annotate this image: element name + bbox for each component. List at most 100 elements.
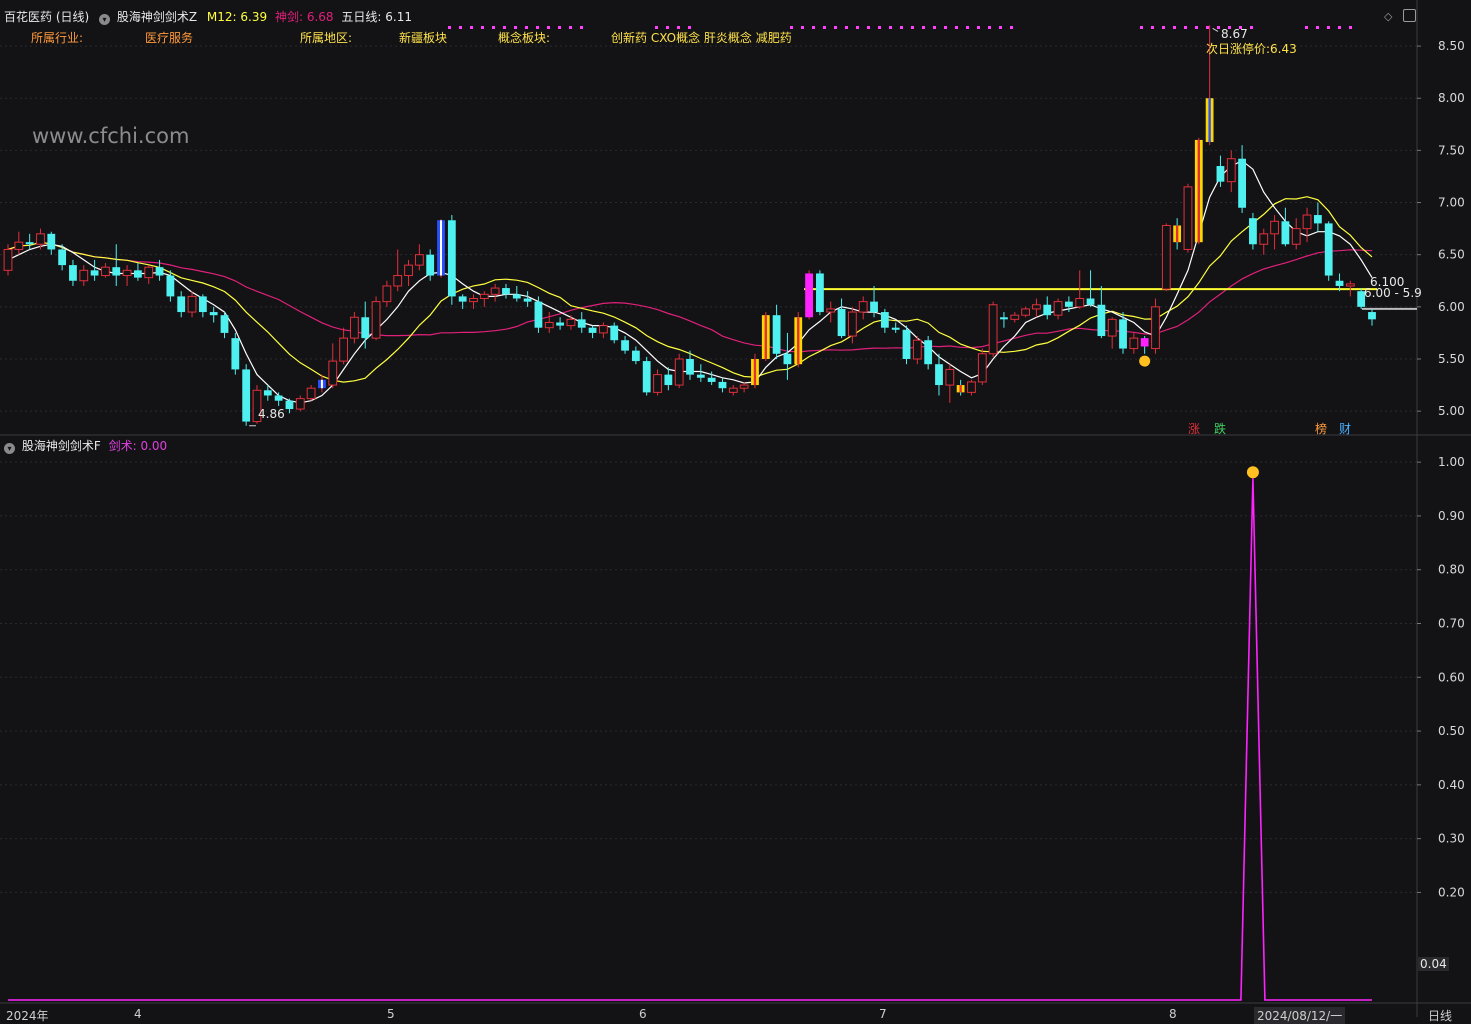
x-label-apr: 4 (134, 1007, 142, 1021)
money-bag-icon (1246, 466, 1259, 479)
top-marker-dot (889, 26, 892, 29)
candle-down (783, 353, 792, 365)
candle-down (718, 381, 727, 389)
top-marker-dot (977, 26, 980, 29)
candle-up (1183, 186, 1193, 250)
candle-down (1335, 280, 1344, 286)
industry-label: 所属行业: (31, 31, 84, 45)
candle-down (502, 288, 510, 295)
candle-up (653, 374, 662, 393)
tag-finance[interactable]: 财 (1339, 420, 1351, 437)
candle-up (414, 254, 424, 266)
candle-up (479, 293, 489, 299)
tag-list[interactable]: 榜 (1315, 420, 1327, 437)
top-marker-dot (558, 26, 561, 29)
candle-up (858, 301, 868, 313)
candle-up (967, 381, 976, 393)
candle-up (1151, 306, 1160, 350)
diamond-icon[interactable]: ◇ (1384, 10, 1392, 23)
chevron-down-icon[interactable]: ▾ (4, 443, 15, 454)
top-marker-dot (1250, 26, 1253, 29)
candle-down (686, 358, 694, 375)
high-price-label: 8.67 (1221, 27, 1248, 41)
next-limit-value: 6.43 (1270, 42, 1297, 56)
indicator-name[interactable]: 股海神剑剑术Z (117, 10, 197, 24)
candle-up (122, 269, 132, 277)
signal-candle-core (753, 358, 757, 386)
tag-down[interactable]: 跌 (1214, 420, 1226, 437)
top-marker-dot (1206, 26, 1209, 29)
y-tick-label: 8.50 (1438, 39, 1465, 53)
top-marker-dot (966, 26, 969, 29)
tag-up[interactable]: 涨 (1188, 420, 1200, 437)
top-marker-dot (1217, 26, 1220, 29)
candle-up (1259, 233, 1269, 245)
y-tick-label: 5.50 (1438, 352, 1465, 366)
candle-down (1043, 304, 1052, 316)
candle-down (112, 267, 121, 276)
settings-icon[interactable] (1403, 9, 1416, 22)
top-marker-dot (812, 26, 815, 29)
jianshu-value: 0.00 (140, 439, 168, 453)
y-tick-label: 0.60 (1438, 670, 1465, 684)
jianshu-label: 剑术: (108, 439, 137, 453)
top-marker-dot (1195, 26, 1198, 29)
x-label-year: 2024年 (6, 1009, 49, 1023)
top-marker-dot (1305, 26, 1308, 29)
candle-up (295, 398, 305, 410)
signal-candle-core (959, 385, 962, 393)
chevron-down-icon[interactable]: ▾ (99, 14, 111, 25)
top-marker-dot (492, 26, 495, 29)
candle-down (458, 296, 467, 302)
candle-down (816, 273, 824, 313)
candle-up (1226, 158, 1236, 183)
chart-background (0, 0, 1471, 1017)
candle-up (339, 337, 348, 362)
candle-down (891, 327, 900, 330)
top-marker-dot (448, 26, 451, 29)
shenjian-label: 神剑: (274, 10, 303, 24)
region-value: 新疆板块 (399, 31, 448, 45)
lower-header: ▾ 股海神剑剑术F 剑术: 0.00 (4, 437, 167, 454)
stock-chart[interactable]: 8.50 8.00 7.50 7.00 6.50 6.00 5.50 5.00 1.00 0.90… (0, 0, 1471, 1017)
candle-down (870, 301, 878, 313)
candle-up (328, 360, 338, 386)
candle-down (231, 338, 240, 370)
top-marker-dot (1338, 26, 1341, 29)
candle-up (826, 308, 836, 313)
stock-name[interactable]: 百花医药 (日线) (4, 10, 89, 24)
y-tick-label: 0.80 (1438, 563, 1465, 577)
candle-down (664, 374, 673, 386)
period-label[interactable]: 日线 (1428, 1007, 1452, 1024)
industry-value: 医疗服务 (145, 31, 194, 45)
candle-up (14, 241, 24, 250)
lower-current-value: 0.04 (1418, 957, 1449, 971)
top-marker-dot (580, 26, 583, 29)
top-marker-dot (845, 26, 848, 29)
top-marker-dot (878, 26, 881, 29)
low-price-label: 4.86 (258, 407, 285, 421)
candle-down (924, 340, 933, 365)
candle-down (274, 395, 283, 401)
region-label: 所属地区: (300, 31, 353, 45)
right-price-2: 6.00 - 5.9 (1364, 286, 1422, 300)
candle-down (209, 312, 218, 316)
next-limit-text: 次日涨停价: (1206, 42, 1271, 56)
top-marker-dot (569, 26, 572, 29)
sub-indicator-name[interactable]: 股海神剑剑术F (22, 439, 101, 453)
candle-down (1281, 221, 1290, 245)
candle-down (523, 298, 532, 302)
y-tick-label: 0.30 (1438, 832, 1465, 846)
candle-down (1324, 223, 1333, 276)
y-tick-label: 7.00 (1438, 196, 1465, 210)
candle-down (134, 270, 142, 278)
candle-down (1368, 312, 1376, 320)
candle-up (1291, 228, 1301, 245)
y-tick-label: 0.20 (1438, 885, 1465, 899)
candle-up (544, 321, 554, 329)
candle-down (1000, 317, 1008, 320)
candle-down (198, 296, 207, 313)
y-tick-label: 0.90 (1438, 509, 1465, 523)
candle-up (36, 233, 45, 245)
signal-candle-core (797, 317, 800, 365)
